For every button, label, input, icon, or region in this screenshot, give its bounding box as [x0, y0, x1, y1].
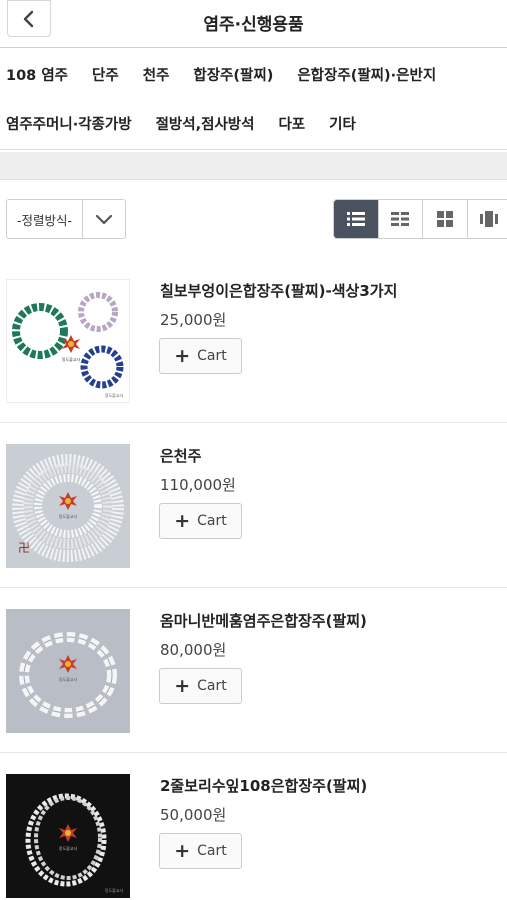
svg-text:정도불교사: 정도불교사: [105, 392, 124, 398]
product-name[interactable]: 은천주: [160, 445, 201, 466]
cart-label: Cart: [197, 843, 227, 859]
category-108-beads[interactable]: 108 염주: [6, 64, 68, 85]
svg-text:정도불교사: 정도불교사: [59, 513, 78, 519]
view-small-grid-button[interactable]: [378, 200, 423, 238]
add-to-cart-button[interactable]: + Cart: [159, 503, 242, 539]
category-1000-beads[interactable]: 천주: [143, 64, 170, 85]
view-mode-toggle: [333, 199, 507, 239]
product-image[interactable]: 정도불교사 卍: [6, 444, 130, 568]
category-etc[interactable]: 기타: [329, 113, 356, 134]
cart-label: Cart: [197, 678, 227, 694]
svg-text:정도불교사: 정도불교사: [62, 356, 81, 362]
top-header: 염주·신행용품: [0, 0, 507, 48]
cart-label: Cart: [197, 513, 227, 529]
add-to-cart-button[interactable]: + Cart: [159, 833, 242, 869]
product-item[interactable]: 정도불교사 정도불교사 칠보부엉이은합장주(팔찌)-색상3가지 25,000원 …: [0, 258, 507, 423]
plus-icon: +: [174, 510, 191, 532]
list-view-icon: [346, 212, 365, 226]
product-item[interactable]: 정도불교사 옴마니반메훔염주은합장주(팔찌) 80,000원 + Cart: [0, 588, 507, 753]
small-grid-icon: [391, 212, 410, 226]
svg-text:정도불교사: 정도불교사: [59, 845, 78, 851]
svg-text:정도불교사: 정도불교사: [59, 676, 78, 682]
plus-icon: +: [174, 675, 191, 697]
category-tea-cloth[interactable]: 다포: [278, 113, 305, 134]
cart-label: Cart: [197, 348, 227, 364]
product-item[interactable]: 정도불교사 卍 은천주 110,000원 + Cart: [0, 423, 507, 588]
view-large-grid-button[interactable]: [423, 200, 468, 238]
product-name[interactable]: 칠보부엉이은합장주(팔찌)-색상3가지: [160, 280, 397, 301]
sort-dropdown-button[interactable]: [83, 200, 125, 238]
product-item[interactable]: 정도불교사 정도불교사 2줄보리수잎108은합장주(팔찌) 50,000원 + …: [0, 753, 507, 900]
sort-label: -정렬방식-: [7, 200, 83, 238]
category-bracelet[interactable]: 합장주(팔찌): [193, 64, 273, 85]
add-to-cart-button[interactable]: + Cart: [159, 338, 242, 374]
category-row-1: 108 염주 단주 천주 합장주(팔찌) 은합장주(팔찌)·은반지: [0, 48, 507, 100]
plus-icon: +: [174, 840, 191, 862]
product-image[interactable]: 정도불교사: [6, 609, 130, 733]
svg-text:정도불교사: 정도불교사: [105, 887, 124, 893]
category-row-2: 염주주머니·각종가방 절방석,점사방석 다포 기타: [0, 98, 507, 150]
large-grid-icon: [436, 211, 453, 227]
product-price: 50,000원: [160, 806, 227, 824]
sort-select[interactable]: -정렬방식-: [6, 199, 126, 239]
section-divider: [0, 152, 507, 180]
category-silver-bracelet-ring[interactable]: 은합장주(팔찌)·은반지: [297, 64, 436, 85]
product-price: 80,000원: [160, 641, 227, 659]
svg-text:卍: 卍: [18, 541, 30, 555]
product-price: 110,000원: [160, 476, 236, 494]
page-title: 염주·신행용품: [203, 15, 304, 35]
product-price: 25,000원: [160, 311, 227, 329]
product-image[interactable]: 정도불교사 정도불교사: [6, 279, 130, 403]
add-to-cart-button[interactable]: + Cart: [159, 668, 242, 704]
category-short-beads[interactable]: 단주: [92, 64, 119, 85]
gallery-view-icon: [480, 211, 499, 227]
category-cushions[interactable]: 절방석,점사방석: [156, 113, 255, 134]
product-name[interactable]: 옴마니반메훔염주은합장주(팔찌): [160, 610, 367, 631]
view-list-button[interactable]: [334, 200, 379, 238]
plus-icon: +: [174, 345, 191, 367]
product-name[interactable]: 2줄보리수잎108은합장주(팔찌): [160, 775, 367, 796]
category-pouches-bags[interactable]: 염주주머니·각종가방: [6, 113, 132, 134]
product-image[interactable]: 정도불교사 정도불교사: [6, 774, 130, 898]
chevron-down-icon: [95, 214, 113, 225]
view-gallery-button[interactable]: [467, 200, 507, 238]
